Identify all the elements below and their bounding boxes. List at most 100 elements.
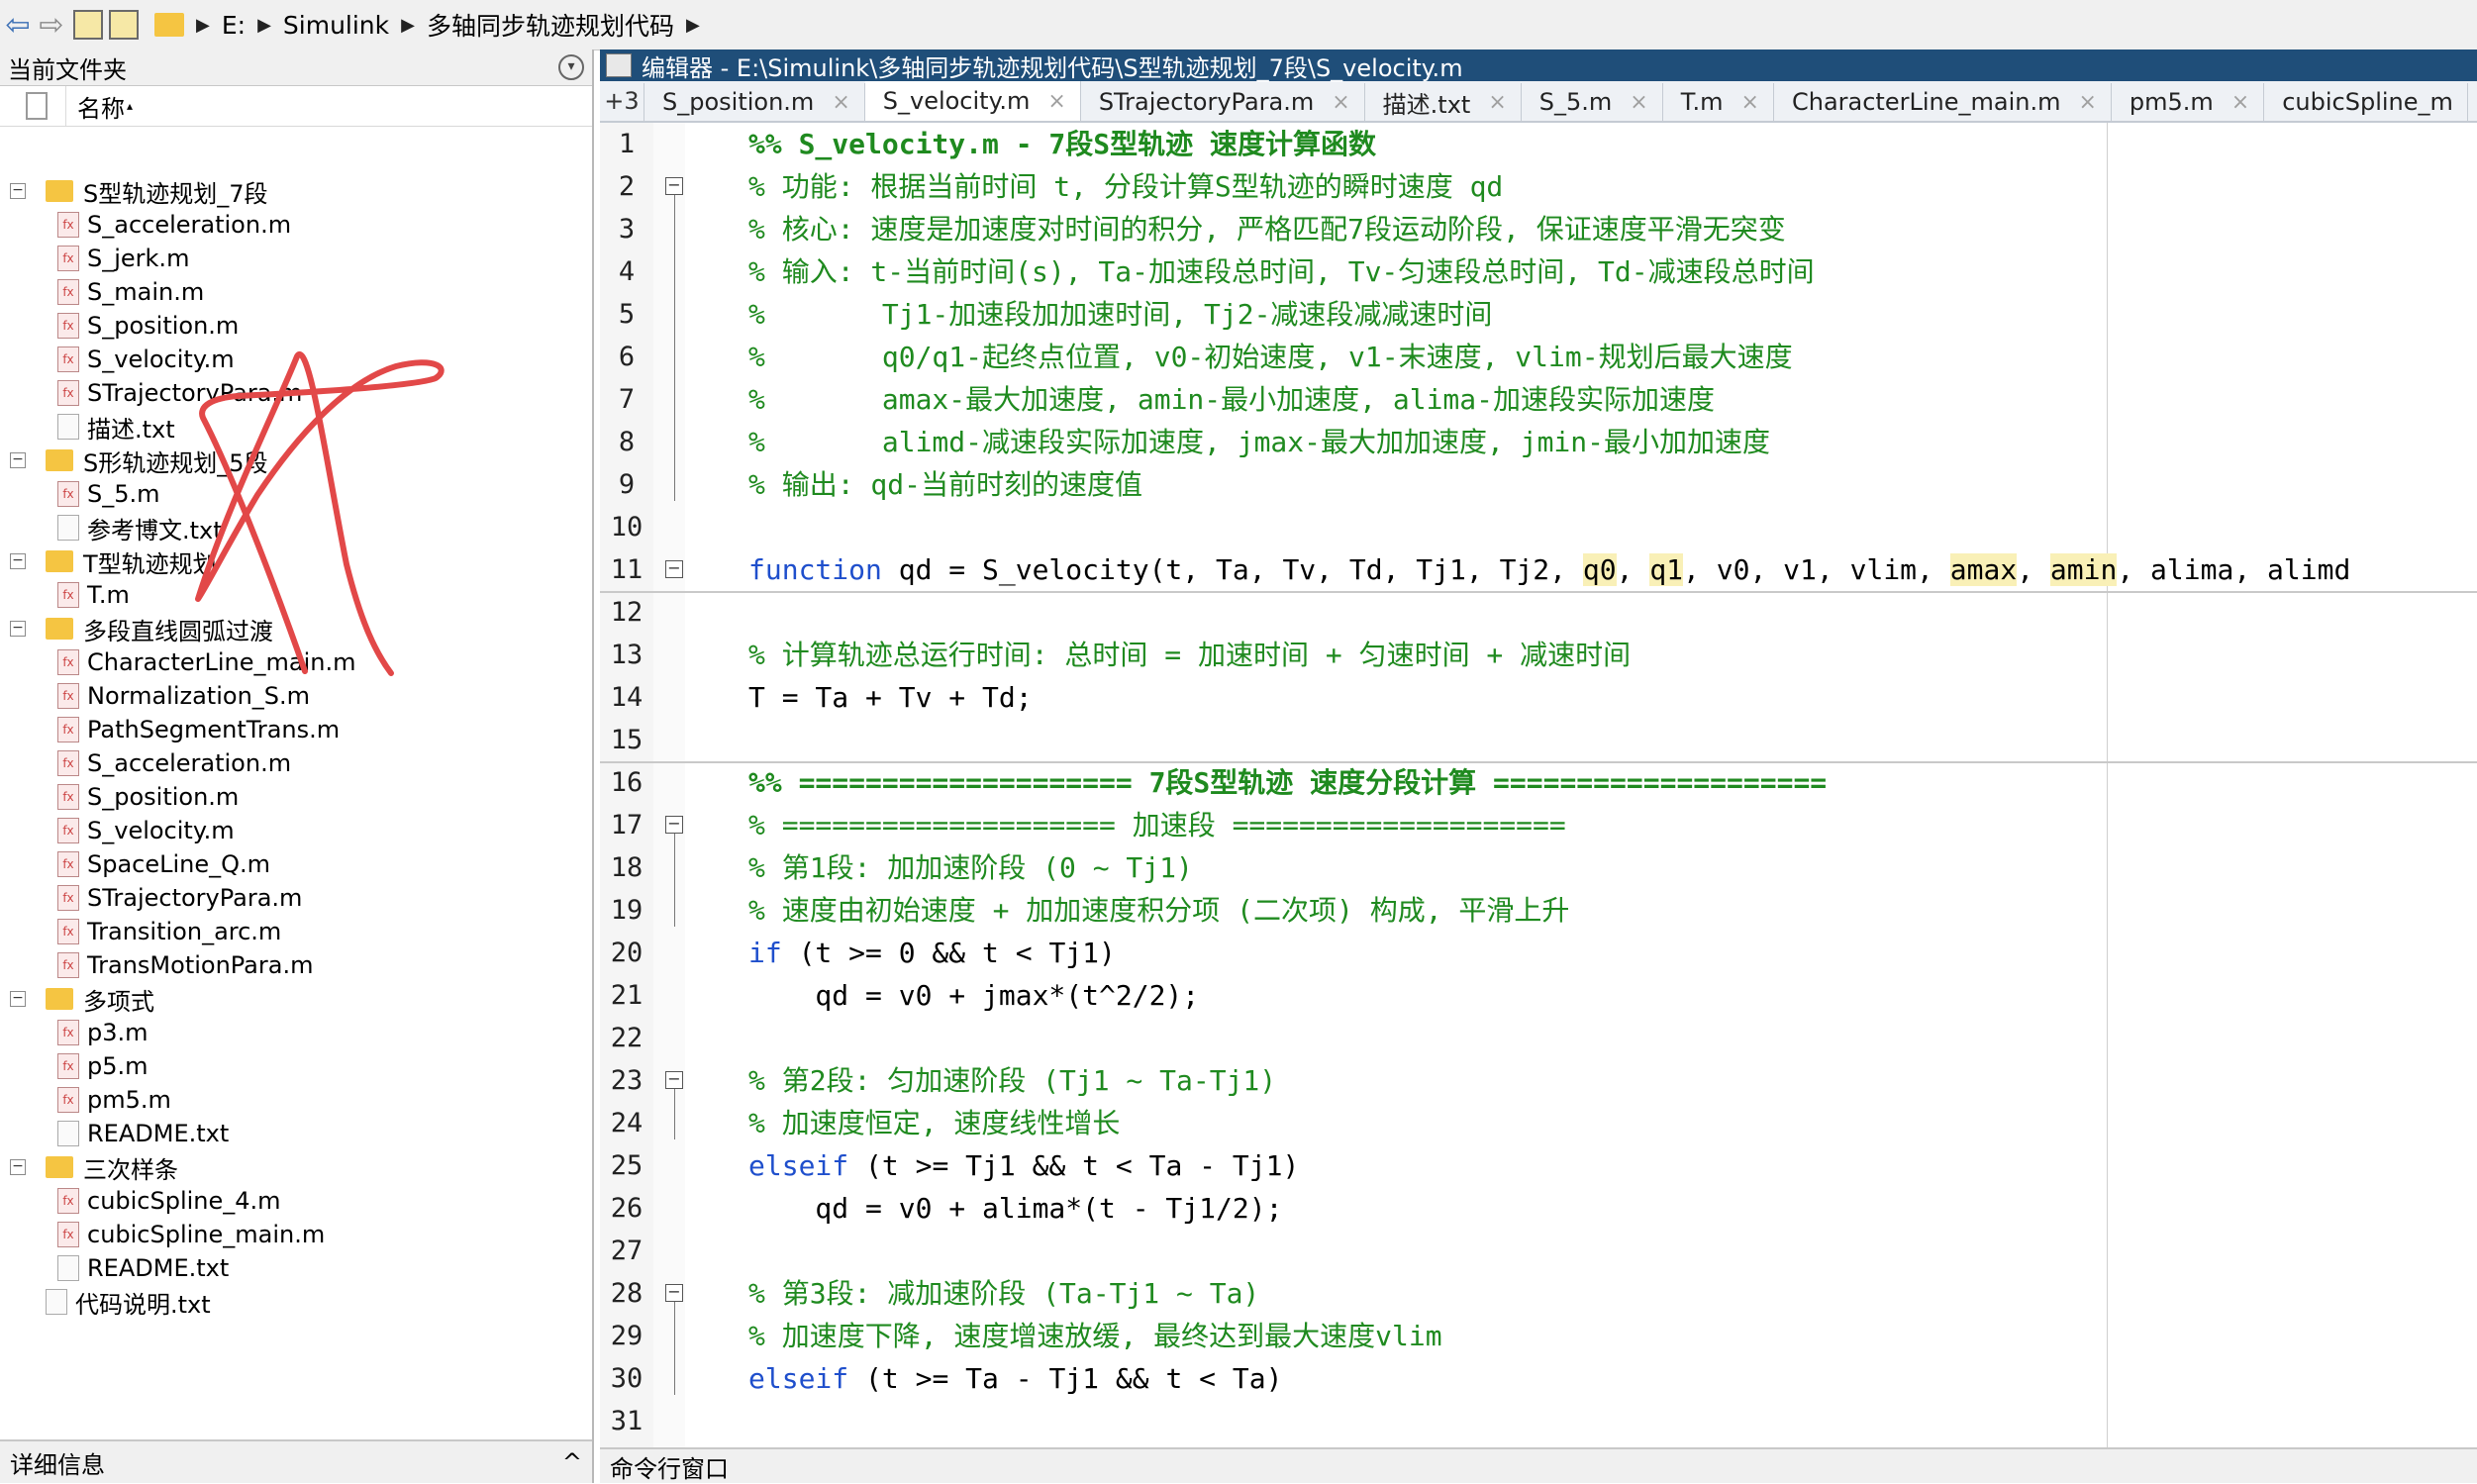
code-line[interactable]: 26 qd = v0 + alima*(t - Tj1/2); <box>600 1187 2477 1230</box>
code-line[interactable]: 12 <box>600 591 2477 634</box>
tree-file[interactable]: fx S_main.m <box>0 275 592 309</box>
code-line[interactable]: 1 %% S_velocity.m - 7段S型轨迹 速度计算函数 <box>600 123 2477 165</box>
fold-toggle-icon[interactable]: − <box>665 816 683 834</box>
code-line[interactable]: 3 % 核心: 速度是加速度对时间的积分, 严格匹配7段运动阶段, 保证速度平滑无… <box>600 208 2477 250</box>
code-line[interactable]: 17 − % ==================== 加速段 ==========… <box>600 804 2477 846</box>
code-line[interactable]: 14 T = Ta + Tv + Td; <box>600 676 2477 719</box>
tree-file[interactable]: fx p3.m <box>0 1016 592 1049</box>
fold-toggle-icon[interactable]: − <box>665 560 683 578</box>
code-line[interactable]: 29 % 加速度下降, 速度增速放缓, 最终达到最大速度vlim <box>600 1315 2477 1357</box>
tree-file[interactable]: README.txt <box>0 1251 592 1285</box>
tree-file[interactable]: fx STrajectoryPara.m <box>0 881 592 915</box>
tree-file[interactable]: fx SpaceLine_Q.m <box>0 847 592 881</box>
editor-tab[interactable]: cubicSpline_m <box>2264 83 2468 121</box>
tree-folder[interactable]: − 多项式 <box>0 982 592 1016</box>
tree-folder[interactable]: − S型轨迹规划_7段 <box>0 174 592 208</box>
tree-file[interactable]: fx TransMotionPara.m <box>0 948 592 982</box>
editor-tab[interactable]: S_velocity.m × <box>864 81 1081 121</box>
collapse-toggle-icon[interactable]: − <box>10 991 26 1007</box>
tree-folder[interactable]: − S形轨迹规划_5段 <box>0 444 592 477</box>
code-line[interactable]: 21 qd = v0 + jmax*(t^2/2); <box>600 974 2477 1017</box>
code-line[interactable]: 8 % alimd-减速段实际加速度, jmax-最大加加速度, jmin-最小加… <box>600 421 2477 463</box>
command-window-bar[interactable]: 命令行窗口 <box>600 1447 2477 1483</box>
tree-file[interactable]: fx S_velocity.m <box>0 343 592 376</box>
code-line[interactable]: 28 − % 第3段: 减加速阶段 (Ta-Tj1 ~ Ta) <box>600 1272 2477 1315</box>
forward-arrow-icon[interactable]: ⇨ <box>36 5 67 45</box>
close-tab-icon[interactable]: × <box>2231 90 2249 115</box>
editor-tab[interactable]: pm5.m × <box>2112 83 2265 121</box>
tree-folder[interactable]: − 多段直线圆弧过渡 <box>0 612 592 645</box>
collapse-toggle-icon[interactable]: − <box>10 621 26 637</box>
tree-file[interactable]: fx S_acceleration.m <box>0 746 592 780</box>
close-tab-icon[interactable]: × <box>1741 90 1759 115</box>
code-line[interactable]: 31 <box>600 1400 2477 1442</box>
tree-file[interactable]: fx p5.m <box>0 1049 592 1083</box>
tree-file[interactable]: fx S_position.m <box>0 309 592 343</box>
code-line[interactable]: 15 <box>600 719 2477 761</box>
editor-tab[interactable]: T.m × <box>1663 83 1774 121</box>
breadcrumb-project[interactable]: 多轴同步轨迹规划代码 <box>427 7 674 43</box>
editor-tab[interactable]: CharacterLine_main.m × <box>1774 83 2112 121</box>
editor-tab[interactable]: 描述.txt × <box>1365 83 1522 121</box>
details-footer[interactable]: 详细信息 ^ <box>0 1439 592 1483</box>
code-line[interactable]: 2 − % 功能: 根据当前时间 t, 分段计算S型轨迹的瞬时速度 qd <box>600 165 2477 208</box>
editor-tab[interactable]: S_position.m × <box>644 83 865 121</box>
tree-file[interactable]: fx pm5.m <box>0 1083 592 1117</box>
tree-file[interactable]: 代码说明.txt <box>0 1285 592 1319</box>
browse-folder-icon[interactable] <box>109 10 139 40</box>
code-line[interactable]: 5 % Tj1-加速段加加速时间, Tj2-减速段减减速时间 <box>600 293 2477 336</box>
tree-file[interactable]: fx S_5.m <box>0 477 592 511</box>
details-toggle-icon[interactable]: ^ <box>562 1448 582 1476</box>
tree-file[interactable]: fx Normalization_S.m <box>0 679 592 713</box>
tree-folder[interactable]: − T型轨迹规划 <box>0 544 592 578</box>
collapse-toggle-icon[interactable]: − <box>10 553 26 569</box>
tree-file[interactable]: fx PathSegmentTrans.m <box>0 713 592 746</box>
close-tab-icon[interactable]: × <box>1488 90 1506 115</box>
code-line[interactable]: 11 − function qd = S_velocity(t, Ta, Tv, T… <box>600 548 2477 591</box>
column-header[interactable]: 名称 ▴ <box>0 86 592 127</box>
editor-tab[interactable]: S_5.m × <box>1522 83 1663 121</box>
collapse-toggle-icon[interactable]: − <box>10 452 26 468</box>
tree-file[interactable]: fx S_velocity.m <box>0 814 592 847</box>
tree-file[interactable]: fx S_position.m <box>0 780 592 814</box>
close-tab-icon[interactable]: × <box>832 90 849 115</box>
close-tab-icon[interactable]: × <box>2078 90 2096 115</box>
tree-file[interactable]: 描述.txt <box>0 410 592 444</box>
code-line[interactable]: 25 elseif (t >= Tj1 && t < Ta - Tj1) <box>600 1144 2477 1187</box>
more-tabs-button[interactable]: +3 <box>600 83 644 121</box>
code-line[interactable]: 19 % 速度由初始速度 + 加加速度积分项 (二次项) 构成, 平滑上升 <box>600 889 2477 932</box>
name-column-label[interactable]: 名称 <box>77 89 125 124</box>
code-line[interactable]: 20 if (t >= 0 && t < Tj1) <box>600 932 2477 974</box>
tree-file[interactable]: fx CharacterLine_main.m <box>0 645 592 679</box>
fold-toggle-icon[interactable]: − <box>665 1284 683 1302</box>
back-arrow-icon[interactable]: ⇦ <box>2 5 34 45</box>
tree-file[interactable]: fx T.m <box>0 578 592 612</box>
editor-tab[interactable]: STrajectoryPara.m × <box>1081 83 1365 121</box>
up-folder-icon[interactable] <box>73 10 103 40</box>
code-line[interactable]: 13 % 计算轨迹总运行时间: 总时间 = 加速时间 + 匀速时间 + 减速时间 <box>600 634 2477 676</box>
code-line[interactable]: 10 <box>600 506 2477 548</box>
code-line[interactable]: 7 % amax-最大加速度, amin-最小加速度, alima-加速段实际加速… <box>600 378 2477 421</box>
code-editor[interactable]: 1 %% S_velocity.m - 7段S型轨迹 速度计算函数 2 − % 功能: … <box>600 123 2477 1451</box>
code-line[interactable]: 24 % 加速度恒定, 速度线性增长 <box>600 1102 2477 1144</box>
code-line[interactable]: 27 <box>600 1230 2477 1272</box>
tree-file[interactable]: fx Transition_arc.m <box>0 915 592 948</box>
tree-file[interactable]: 参考博文.txt <box>0 511 592 544</box>
collapse-toggle-icon[interactable]: − <box>10 1159 26 1175</box>
code-line[interactable]: 22 <box>600 1017 2477 1059</box>
fold-toggle-icon[interactable]: − <box>665 1071 683 1089</box>
collapse-toggle-icon[interactable]: − <box>10 183 26 199</box>
code-line[interactable]: 9 % 输出: qd-当前时刻的速度值 <box>600 463 2477 506</box>
breadcrumb-drive[interactable]: E: <box>222 11 246 40</box>
code-line[interactable]: 23 − % 第2段: 匀加速阶段 (Tj1 ~ Ta-Tj1) <box>600 1059 2477 1102</box>
tree-file[interactable]: README.txt <box>0 1117 592 1150</box>
tree-folder[interactable]: − 三次样条 <box>0 1150 592 1184</box>
code-line[interactable]: 4 % 输入: t-当前时间(s), Ta-加速段总时间, Tv-匀速段总时间, … <box>600 250 2477 293</box>
code-line[interactable]: 30 elseif (t >= Ta - Tj1 && t < Ta) <box>600 1357 2477 1400</box>
tree-file[interactable]: fx S_jerk.m <box>0 242 592 275</box>
fold-toggle-icon[interactable]: − <box>665 177 683 195</box>
panel-menu-icon[interactable]: ▾ <box>558 54 584 80</box>
tree-file[interactable]: fx cubicSpline_main.m <box>0 1218 592 1251</box>
close-tab-icon[interactable]: × <box>1630 90 1647 115</box>
code-line[interactable]: 18 % 第1段: 加加速阶段 (0 ~ Tj1) <box>600 846 2477 889</box>
